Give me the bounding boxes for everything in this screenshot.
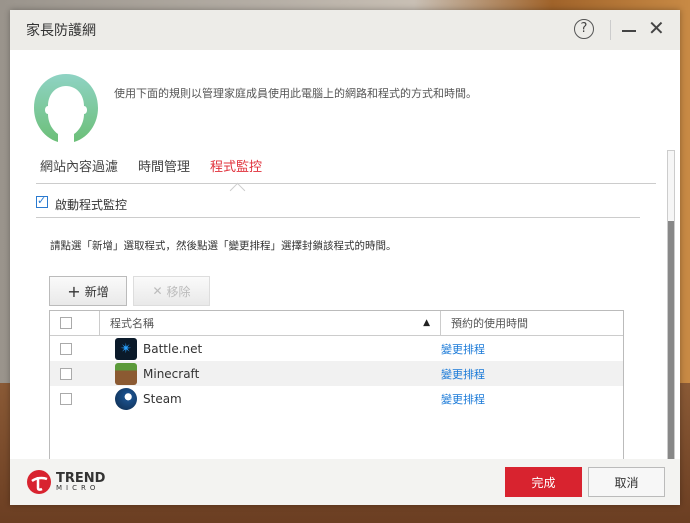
trend-micro-logo: TREND MICRO [26,469,105,495]
program-name: Minecraft [143,366,200,381]
scrollbar-thumb[interactable] [668,221,674,467]
sort-ascending-icon: ▲ [423,318,430,328]
intro-text: 使用下面的規則以管理家庭成員使用此電腦上的網路和程式的方式和時間。 [114,87,477,100]
add-button[interactable]: + 新增 [49,276,127,306]
add-label: 新增 [84,284,109,299]
enable-checkbox[interactable] [36,194,48,208]
x-icon: ✕ [152,284,163,298]
table-header: 程式名稱 ▲ 預約的使用時間 [50,311,623,336]
header-label: 程式名稱 [110,317,154,330]
select-all-checkbox[interactable] [60,317,72,329]
parental-controls-window: 家長防護網 ? ✕ 使用下面的規則以管理家庭成員使用此電腦上的網路和程式的方式和… [10,10,680,505]
program-table: 程式名稱 ▲ 預約的使用時間 ✴ Battle.net 變更排程 Minecraft… [49,310,624,470]
window-title: 家長防護網 [26,23,96,39]
close-button[interactable]: ✕ [648,16,665,40]
plus-icon: + [67,281,81,301]
tab-time-management[interactable]: 時間管理 [138,156,190,183]
trend-micro-logo-icon [27,470,51,494]
change-schedule-link[interactable]: 變更排程 [441,341,485,357]
row-checkbox[interactable] [60,392,72,405]
remove-button[interactable]: ✕ 移除 [133,276,210,306]
battlenet-icon: ✴ [115,337,137,360]
tab-bar: 網站內容過濾 時間管理 程式監控 [36,156,656,184]
minimize-button[interactable] [622,30,636,32]
row-checkbox[interactable] [60,367,72,380]
divider [610,20,611,40]
program-name: Battle.net [143,341,203,356]
change-schedule-link[interactable]: 變更排程 [441,366,485,382]
minecraft-icon [115,362,137,385]
logo-text-bottom: MICRO [56,484,100,492]
table-row[interactable]: Steam 變更排程 [50,386,623,411]
column-program-name[interactable]: 程式名稱 ▲ [100,311,441,335]
tab-program-control[interactable]: 程式監控 [210,156,262,183]
remove-label: 移除 [166,284,191,299]
table-row[interactable]: Minecraft 變更排程 [50,361,623,386]
column-schedule: 預約的使用時間 [451,317,528,330]
done-button[interactable]: 完成 [505,467,582,497]
instruction-text: 請點選「新增」選取程式，然後點選「變更排程」選擇封鎖該程式的時間。 [50,240,397,252]
table-row[interactable]: ✴ Battle.net 變更排程 [50,336,623,361]
steam-icon [115,387,137,410]
footer: TREND MICRO 完成 取消 [10,459,680,505]
help-icon[interactable]: ? [574,19,594,39]
row-checkbox[interactable] [60,342,72,355]
scrollbar[interactable] [667,150,675,468]
cancel-button[interactable]: 取消 [588,467,665,497]
user-avatar-icon [34,74,98,142]
change-schedule-link[interactable]: 變更排程 [441,391,485,407]
tab-website-filter[interactable]: 網站內容過濾 [40,156,118,183]
enable-label: 啟動程式監控 [55,198,128,212]
program-name: Steam [143,391,182,406]
title-bar: 家長防護網 ? ✕ [10,10,680,50]
enable-program-control[interactable]: 啟動程式監控 [36,194,640,218]
